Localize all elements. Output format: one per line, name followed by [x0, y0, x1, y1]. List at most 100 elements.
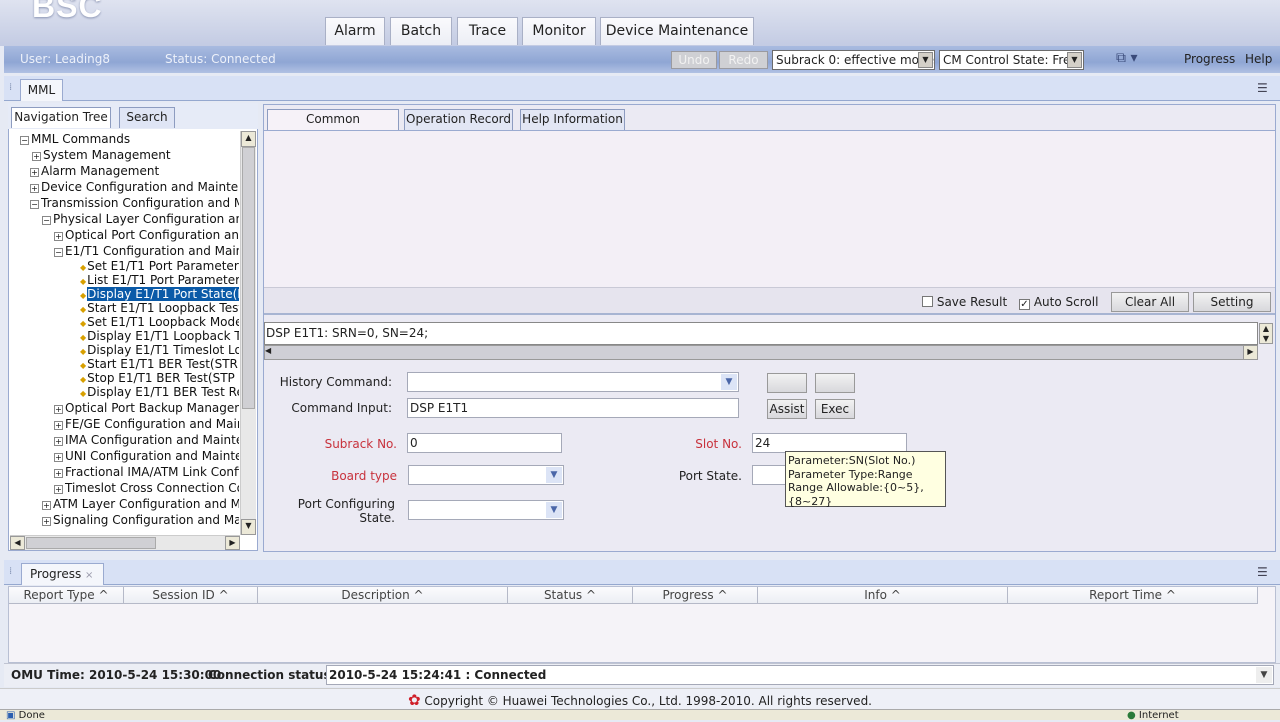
- collapse-icon[interactable]: −: [20, 136, 29, 145]
- grip-icon[interactable]: ⁞: [9, 82, 12, 93]
- scroll-thumb[interactable]: [242, 147, 255, 409]
- tree-item[interactable]: + Fractional IMA/ATM Link Configu: [54, 465, 239, 479]
- undo-button[interactable]: Undo: [671, 51, 717, 69]
- redo-button[interactable]: Redo: [719, 51, 768, 69]
- board-type-select[interactable]: ▼: [408, 465, 564, 485]
- tab-mml[interactable]: MML: [20, 79, 63, 101]
- port-configuring-state-select[interactable]: ▼: [408, 500, 564, 520]
- history-command-select[interactable]: ▼: [407, 372, 739, 392]
- auto-scroll-checkbox[interactable]: ✓ Auto Scroll: [1019, 295, 1098, 310]
- tree-item[interactable]: ◆Display E1/T1 Port State(DS: [80, 287, 239, 301]
- collapse-icon[interactable]: −: [42, 216, 51, 225]
- save-result-checkbox[interactable]: Save Result: [922, 295, 1007, 309]
- expand-icon[interactable]: +: [54, 421, 63, 430]
- expand-icon[interactable]: +: [30, 184, 39, 193]
- column-report-type[interactable]: Report Type ^: [9, 587, 124, 604]
- view-menu-icon[interactable]: ☰: [1257, 565, 1268, 579]
- tab-progress[interactable]: Progress ×: [21, 563, 104, 585]
- collapse-icon[interactable]: −: [54, 248, 63, 257]
- expand-icon[interactable]: +: [42, 517, 51, 526]
- close-icon[interactable]: ×: [85, 570, 93, 581]
- tab-common-maintenance[interactable]: Common Maintenance: [267, 109, 399, 145]
- tree-item[interactable]: +Optical Port Configuration and M: [54, 228, 239, 242]
- expand-icon[interactable]: +: [54, 453, 63, 462]
- tab-trace[interactable]: Trace: [457, 17, 518, 45]
- tree-item[interactable]: − E1/T1 Configuration and Mainte: [54, 244, 239, 258]
- next-command-button[interactable]: [815, 373, 855, 393]
- tab-help-information[interactable]: Help Information: [520, 109, 625, 130]
- expand-icon[interactable]: +: [42, 501, 51, 510]
- tab-batch[interactable]: Batch: [390, 17, 452, 45]
- tree-item[interactable]: ◆List E1/T1 Port Parameters(: [80, 273, 239, 287]
- tree-item[interactable]: ◆Display E1/T1 Timeslot Loop: [80, 343, 239, 357]
- tab-monitor[interactable]: Monitor: [522, 17, 596, 45]
- expand-icon[interactable]: +: [54, 232, 63, 241]
- tree-item[interactable]: +Device Configuration and Maintenanc: [30, 180, 239, 194]
- tree-item[interactable]: ◆Set E1/T1 Loopback Mode(S: [80, 315, 239, 329]
- expand-icon[interactable]: +: [30, 168, 39, 177]
- scroll-up-down-icon[interactable]: ▲ ▼: [1259, 323, 1273, 344]
- view-menu-icon[interactable]: ☰: [1257, 81, 1268, 95]
- cm-state-select[interactable]: CM Control State: Free ▼: [939, 50, 1084, 70]
- slot-no-input[interactable]: 24: [752, 433, 907, 453]
- scroll-left-icon[interactable]: ◀: [10, 536, 25, 550]
- window-layout-icon[interactable]: ⧉ ▾: [1116, 50, 1137, 66]
- column-progress[interactable]: Progress ^: [633, 587, 758, 604]
- grip-icon[interactable]: ⁞: [9, 566, 12, 577]
- column-status[interactable]: Status ^: [508, 587, 633, 604]
- tab-navigation-tree[interactable]: Navigation Tree: [11, 107, 111, 128]
- help-menu[interactable]: Help: [1245, 52, 1272, 66]
- collapse-icon[interactable]: −: [30, 200, 39, 209]
- command-horizontal-scrollbar[interactable]: ◀: [264, 345, 1258, 360]
- tree-item[interactable]: ◆Stop E1/T1 BER Test(STP E: [80, 371, 239, 385]
- tree-item[interactable]: ◆Display E1/T1 Loopback Tes: [80, 329, 239, 343]
- scroll-up-icon[interactable]: ▲: [241, 131, 256, 147]
- tree-item[interactable]: + ATM Layer Configuration and Main: [42, 497, 239, 511]
- expand-icon[interactable]: +: [32, 152, 41, 161]
- tab-device-maintenance[interactable]: Device Maintenance: [600, 17, 754, 45]
- column-description[interactable]: Description ^: [258, 587, 508, 604]
- output-area[interactable]: [264, 130, 1275, 287]
- assist-button[interactable]: Assist: [767, 399, 807, 419]
- exec-button[interactable]: Exec: [815, 399, 855, 419]
- tree-item[interactable]: + Timeslot Cross Connection Conf: [54, 481, 239, 495]
- subrack-mode-select[interactable]: Subrack 0: effective mode ▼: [772, 50, 935, 70]
- tree-item[interactable]: ◆Start E1/T1 BER Test(STR E: [80, 357, 239, 371]
- tree-item[interactable]: + System Management: [32, 148, 171, 162]
- expand-icon[interactable]: +: [54, 405, 63, 414]
- tree-item[interactable]: − MML Commands: [20, 132, 130, 146]
- connection-status-select[interactable]: 2010-5-24 15:24:41 : Connected ▼: [326, 665, 1274, 685]
- column-report-time[interactable]: Report Time ^: [1008, 587, 1258, 604]
- progress-menu[interactable]: Progress: [1184, 52, 1235, 66]
- scroll-right-icon[interactable]: ▶: [225, 536, 240, 550]
- tab-operation-record[interactable]: Operation Record: [404, 109, 513, 130]
- tab-search[interactable]: Search: [119, 107, 175, 128]
- tree-vertical-scrollbar[interactable]: ▲ ▼: [240, 131, 256, 535]
- command-output-line[interactable]: DSP E1T1: SRN=0, SN=24;: [264, 322, 1258, 345]
- tree-item[interactable]: ◆Display E1/T1 BER Test Resu: [80, 385, 239, 399]
- tree-item[interactable]: ◆Start E1/T1 Loopback Test(: [80, 301, 239, 315]
- column-info[interactable]: Info ^: [758, 587, 1008, 604]
- scroll-thumb[interactable]: [26, 537, 156, 549]
- tree-item[interactable]: + IMA Configuration and Maintena: [54, 433, 239, 447]
- setting-button[interactable]: Setting: [1193, 292, 1271, 312]
- tree-item[interactable]: + UNI Configuration and Maintena: [54, 449, 239, 463]
- tree-horizontal-scrollbar[interactable]: ◀ ▶: [10, 535, 240, 550]
- expand-icon[interactable]: +: [54, 485, 63, 494]
- tree-item[interactable]: + Optical Port Backup Managemer: [54, 401, 239, 415]
- expand-icon[interactable]: +: [54, 437, 63, 446]
- clear-all-button[interactable]: Clear All: [1111, 292, 1189, 312]
- tree-item[interactable]: + FE/GE Configuration and Mainte: [54, 417, 239, 431]
- command-input[interactable]: DSP E1T1: [407, 398, 739, 418]
- expand-icon[interactable]: +: [54, 469, 63, 478]
- previous-command-button[interactable]: [767, 373, 807, 393]
- tree-item[interactable]: + Alarm Management: [30, 164, 159, 178]
- column-session-id[interactable]: Session ID ^: [124, 587, 258, 604]
- scroll-right-icon[interactable]: ▶: [1243, 345, 1258, 360]
- tree-item[interactable]: ◆Set E1/T1 Port Parameters(: [80, 259, 239, 273]
- tree-item[interactable]: −Transmission Configuration and Maint: [30, 196, 239, 210]
- tab-alarm[interactable]: Alarm: [325, 17, 385, 45]
- subrack-no-input[interactable]: 0: [407, 433, 562, 453]
- scroll-left-icon[interactable]: ◀: [265, 346, 271, 355]
- scroll-down-icon[interactable]: ▼: [241, 519, 256, 535]
